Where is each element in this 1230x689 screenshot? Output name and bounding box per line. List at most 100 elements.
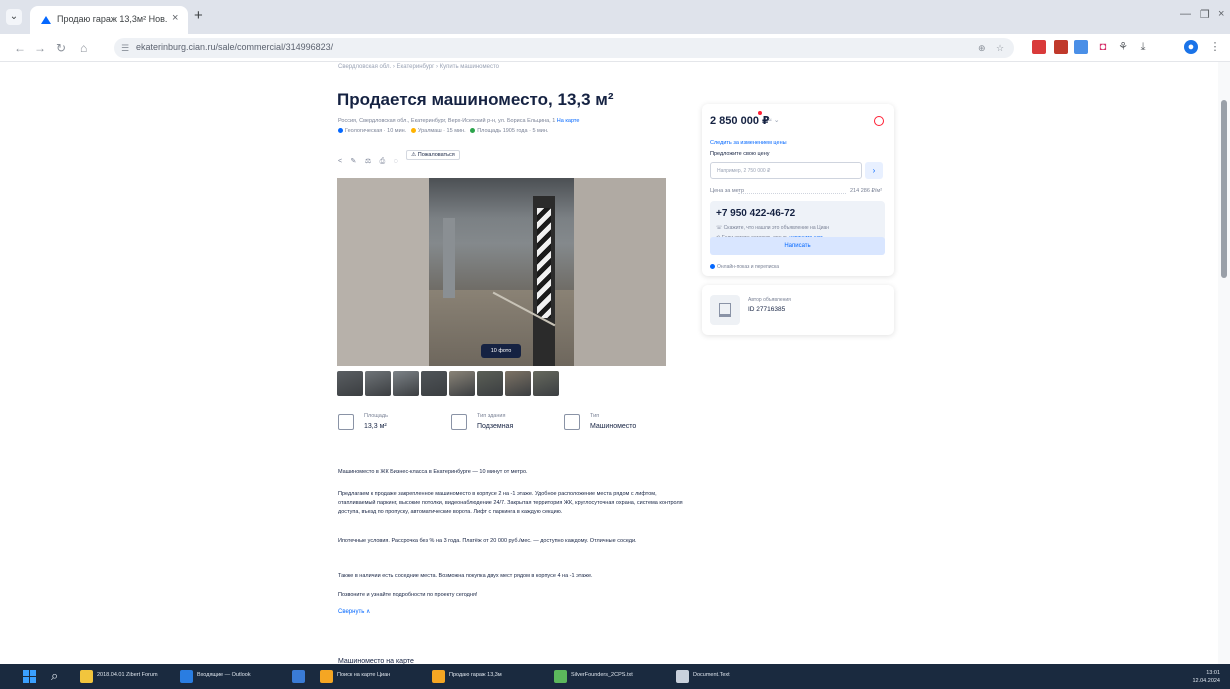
write-message-button[interactable]: Написать [710,237,885,255]
photo-gallery[interactable] [337,178,666,366]
app-icon [432,670,445,683]
description-paragraph: Позвоните и узнайте подробности по проек… [338,592,478,598]
zoom-icon[interactable]: ⊕ [978,41,986,55]
share-icon[interactable]: < [338,157,342,167]
photo-thumbnail[interactable] [393,371,419,396]
photo-thumbnail[interactable] [505,371,531,396]
online-dot-icon [710,264,715,270]
window-close-icon[interactable]: × [1218,8,1224,20]
author-card[interactable]: Автор объявления ID 27716385 [702,285,894,335]
author-avatar [710,295,740,325]
photo-thumbnail[interactable] [421,371,447,396]
extension-red-icon[interactable] [1032,40,1046,54]
metro-dot-icon [470,128,476,134]
extension-bookmark-icon[interactable] [1054,40,1068,54]
feature-value: Подземная [477,423,514,430]
browser-toolbar: ← → ↻ ⌂ ☰ ekaterinburg.cian.ru/sale/comm… [0,34,1230,62]
app-icon [80,670,93,683]
taskbar-app-label: SilverFounders_2CPS.txt [571,672,633,678]
home-icon[interactable]: ⌂ [80,41,87,55]
metro-item[interactable]: Геологическая · 10 мин. [338,128,406,134]
offer-price-input[interactable]: Например, 2 750 000 ₽ [710,162,862,179]
price-change-dot [758,111,762,115]
address-text: Россия, Свердловская обл., Екатеринбург,… [338,118,556,124]
taskbar-search-icon[interactable]: ⌕ [51,669,58,683]
edit-icon[interactable]: ✎ [351,157,357,167]
downloads-icon[interactable]: ⤓ [1136,40,1150,54]
feature-value: 13,3 м² [364,423,387,430]
clock-time: 13:01 [1206,670,1220,676]
photo-thumbnail[interactable] [337,371,363,396]
breadcrumb[interactable]: Свердловская обл. › Екатеринбург › Купит… [338,64,499,70]
photo-count-badge[interactable]: 10 фото [481,344,521,358]
photo-thumbnail[interactable] [533,371,559,396]
page-scrollbar[interactable] [1218,62,1230,664]
extension-puzzle-icon[interactable]: ⚘ [1116,40,1130,54]
tab-close-icon[interactable]: × [172,12,178,24]
clock-date: 12.04.2024 [1192,678,1220,684]
browser-menu-icon[interactable]: ⋮ [1208,40,1222,54]
price-dropdown-icon[interactable]: ≈ ⌄ [768,116,780,124]
maximize-icon[interactable]: ❐ [1200,8,1210,21]
photo-thumbnail[interactable] [365,371,391,396]
extension-blue-icon[interactable] [1074,40,1088,54]
price-tracking-link[interactable]: Следить за изменением цены [710,140,787,146]
browser-tab[interactable]: Продаю гараж 13,3м² Нов... × [30,6,188,34]
hide-icon[interactable]: ◌ [394,157,398,167]
metro-item[interactable]: Уралмаш · 15 мин. [410,128,466,134]
gallery-blur-left [337,178,429,366]
profile-avatar-icon[interactable]: ● [1184,40,1198,54]
metro-item[interactable]: Площадь 1905 года · 5 мин. [470,128,548,134]
scroll-thumb[interactable] [1221,100,1227,278]
print-icon[interactable]: ⎙ [380,157,386,167]
address-bar[interactable]: ☰ ekaterinburg.cian.ru/sale/commercial/3… [114,38,1014,58]
favorite-heart-icon[interactable] [874,116,884,126]
url-text: ekaterinburg.cian.ru/sale/commercial/314… [136,42,334,52]
reload-icon[interactable]: ↻ [56,41,66,55]
gallery-blur-right [574,178,666,366]
app-icon [676,670,689,683]
taskbar-app-label: 2018.04.01 Zibert Forum [97,672,158,678]
address-map-link[interactable]: На карте [557,118,580,124]
tab-search-icon[interactable]: ⌄ [6,9,22,25]
dotted-divider [738,193,846,194]
windows-start-icon[interactable] [23,670,36,683]
app-icon [320,670,333,683]
back-icon[interactable]: ← [14,41,26,55]
photo-thumbnail[interactable] [449,371,475,396]
forward-icon[interactable]: → [34,41,46,55]
app-icon [180,670,193,683]
compare-icon[interactable]: ⚖ [365,157,371,167]
bookmark-star-icon[interactable]: ☆ [996,41,1004,55]
new-tab-icon[interactable]: + [194,8,203,24]
online-status: Онлайн-показ и переписка [710,264,779,270]
feature-label: Площадь [364,413,388,419]
system-clock[interactable]: 13:01 12.04.2024 [1192,669,1220,685]
metro-list: Геологическая · 10 мин. Уралмаш · 15 мин… [338,128,548,134]
area-icon [338,414,354,430]
main-photo[interactable] [429,178,574,366]
offer-submit-button[interactable]: › [865,162,883,179]
building-avatar-icon [719,303,731,317]
description-paragraph: Также в наличии есть соседние места. Воз… [338,573,593,579]
photo-column [443,218,455,298]
os-taskbar: ⌕ 2018.04.01 Zibert Forum Входящие — Outl… [0,664,1230,689]
extension-pocket-icon[interactable]: ◘ [1096,40,1110,54]
description-paragraph: Машиноместо в ЖК Бизнес-класса в Екатери… [338,469,528,475]
site-info-icon[interactable]: ☰ [121,41,129,55]
cian-favicon-icon [41,16,51,24]
tab-title: Продаю гараж 13,3м² Нов... [57,14,167,24]
taskbar-app-label: Поиск на карте Циан [337,672,391,678]
minimize-icon[interactable]: — [1180,8,1191,20]
app-icon [554,670,567,683]
offer-label: Предложите свою цену [710,151,770,157]
price-value: 2 850 000 ₽ [710,115,770,127]
browser-tabbar: ⌄ Продаю гараж 13,3м² Нов... × + — ❐ × [0,0,1230,34]
taskbar-app-label: Document.Text [693,672,730,678]
photo-thumbnail[interactable] [477,371,503,396]
phone-number[interactable]: +7 950 422-46-72 [716,208,795,219]
feature-label: Тип [590,413,600,419]
complain-button[interactable]: ⚠ Пожаловаться [406,150,460,160]
feature-value: Машиноместо [590,423,637,430]
collapse-description-link[interactable]: Свернуть ∧ [338,608,370,615]
